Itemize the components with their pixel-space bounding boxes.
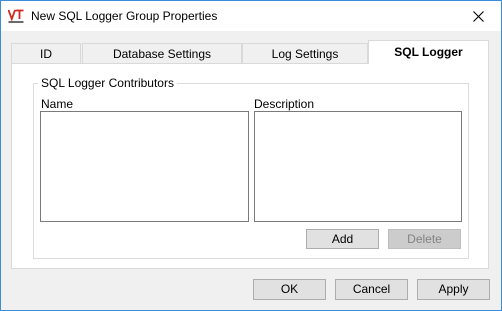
tab-id[interactable]: ID xyxy=(11,43,81,63)
ok-button[interactable]: OK xyxy=(253,279,326,300)
tab-log-settings-label: Log Settings xyxy=(271,47,339,61)
tab-sql-logger[interactable]: SQL Logger xyxy=(368,40,489,64)
title-bar[interactable]: New SQL Logger Group Properties xyxy=(1,1,501,31)
name-column-label: Name xyxy=(41,97,74,111)
tab-database-settings-label: Database Settings xyxy=(112,47,212,61)
close-icon xyxy=(473,11,484,22)
close-button[interactable] xyxy=(456,1,501,31)
name-listbox[interactable] xyxy=(40,111,249,222)
tab-log-settings[interactable]: Log Settings xyxy=(242,43,368,63)
window-title: New SQL Logger Group Properties xyxy=(31,9,218,23)
delete-button[interactable]: Delete xyxy=(388,229,461,249)
contributors-group-label: SQL Logger Contributors xyxy=(38,76,177,90)
vt-logo-icon xyxy=(7,8,24,24)
description-listbox[interactable] xyxy=(254,111,462,222)
tab-database-settings[interactable]: Database Settings xyxy=(82,43,242,63)
tab-id-label: ID xyxy=(40,47,52,61)
cancel-button[interactable]: Cancel xyxy=(335,279,408,300)
apply-button[interactable]: Apply xyxy=(417,279,490,300)
add-button[interactable]: Add xyxy=(306,229,379,249)
tab-sql-logger-label: SQL Logger xyxy=(394,45,463,59)
description-column-label: Description xyxy=(254,97,315,111)
